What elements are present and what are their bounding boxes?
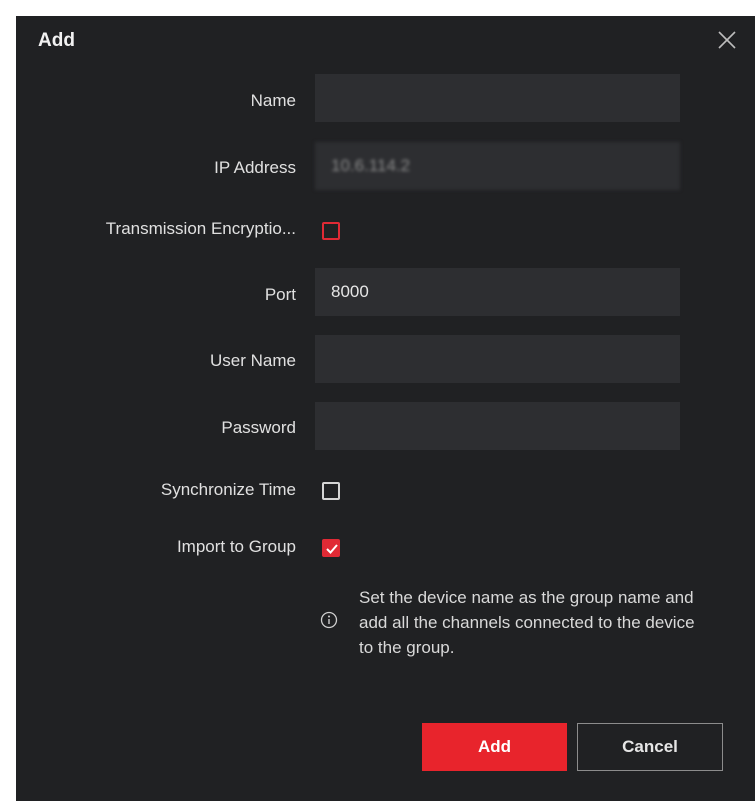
dialog-title: Add bbox=[38, 30, 75, 51]
add-button[interactable]: Add bbox=[422, 723, 567, 771]
name-input[interactable] bbox=[315, 74, 680, 122]
hint-line: to the group. bbox=[359, 638, 455, 657]
user-name-label: User Name bbox=[210, 351, 296, 370]
import-to-group-checkbox[interactable] bbox=[322, 539, 340, 557]
transmission-encryption-label: Transmission Encryptio... bbox=[105, 219, 296, 238]
hint-line: add all the channels connected to the de… bbox=[359, 613, 695, 632]
password-label: Password bbox=[221, 418, 296, 437]
ip-address-label: IP Address bbox=[214, 158, 296, 177]
port-input[interactable] bbox=[315, 268, 680, 316]
password-input[interactable] bbox=[315, 402, 680, 450]
close-icon[interactable] bbox=[715, 28, 739, 52]
group-hint-text: Set the device name as the group name an… bbox=[359, 585, 755, 660]
synchronize-time-label: Synchronize Time bbox=[160, 480, 296, 499]
ip-address-input[interactable] bbox=[315, 142, 680, 190]
add-device-dialog: Add Name IP Address Transmission Encrypt… bbox=[16, 16, 755, 801]
name-label: Name bbox=[250, 91, 296, 110]
checkmark-icon bbox=[326, 544, 338, 554]
import-to-group-label: Import to Group bbox=[176, 537, 296, 556]
user-name-input[interactable] bbox=[315, 335, 680, 383]
cancel-button[interactable]: Cancel bbox=[577, 723, 723, 771]
synchronize-time-checkbox[interactable] bbox=[322, 482, 340, 500]
transmission-encryption-checkbox[interactable] bbox=[322, 222, 340, 240]
hint-line: Set the device name as the group name an… bbox=[359, 588, 694, 607]
port-label: Port bbox=[264, 285, 296, 304]
info-icon bbox=[320, 611, 338, 629]
